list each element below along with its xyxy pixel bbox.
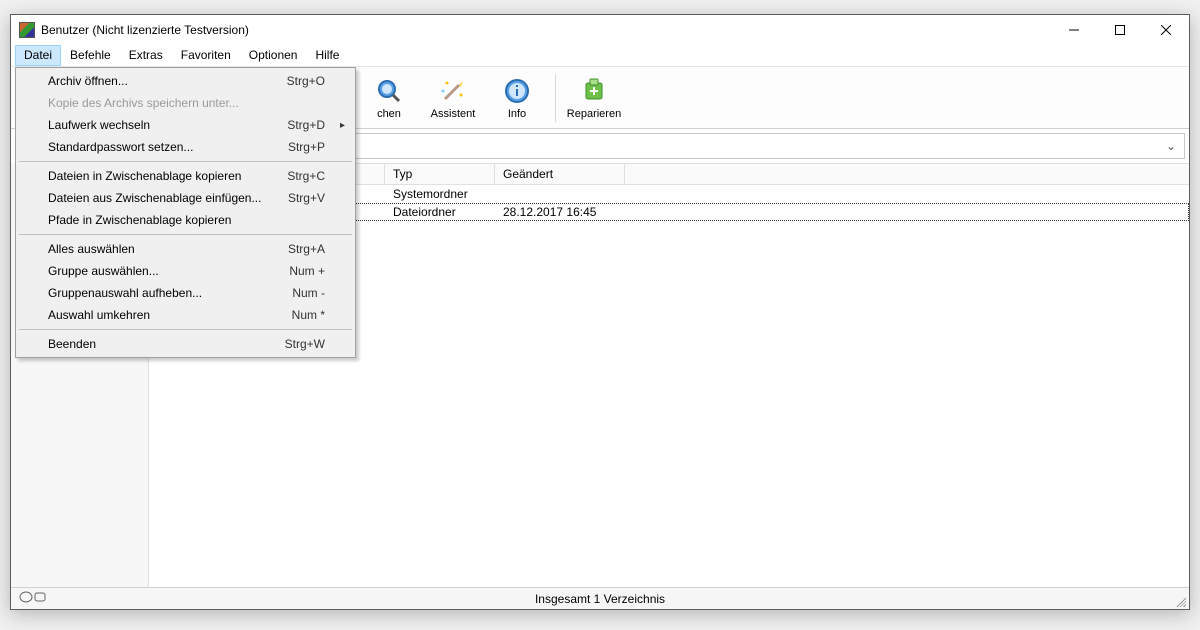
toolbar-separator xyxy=(555,74,556,122)
menu-item-accel: Strg+O xyxy=(287,74,325,88)
menu-item[interactable]: Standardpasswort setzen...Strg+P xyxy=(18,136,353,158)
column-date[interactable]: Geändert xyxy=(495,164,625,184)
menu-item-label: Standardpasswort setzen... xyxy=(48,140,288,154)
disk-icon xyxy=(19,591,47,606)
minimize-button[interactable] xyxy=(1051,15,1097,45)
menu-item-label: Gruppenauswahl aufheben... xyxy=(48,286,292,300)
menu-item[interactable]: Dateien in Zwischenablage kopierenStrg+C xyxy=(18,165,353,187)
menu-item[interactable]: Gruppe auswählen...Num + xyxy=(18,260,353,282)
resize-grip-icon[interactable] xyxy=(1174,595,1186,607)
menu-item-label: Laufwerk wechseln xyxy=(48,118,287,132)
maximize-icon xyxy=(1115,25,1125,35)
menu-extras[interactable]: Extras xyxy=(120,45,172,66)
menu-item-label: Archiv öffnen... xyxy=(48,74,287,88)
repair-icon xyxy=(579,76,609,106)
menu-item[interactable]: Pfade in Zwischenablage kopieren xyxy=(18,209,353,231)
chevron-down-icon[interactable]: ⌄ xyxy=(1162,139,1180,153)
menu-item-label: Beenden xyxy=(48,337,285,351)
column-type[interactable]: Typ xyxy=(385,164,495,184)
menu-item-accel: Strg+D xyxy=(287,118,325,132)
menu-item[interactable]: Dateien aus Zwischenablage einfügen...St… xyxy=(18,187,353,209)
search-button[interactable]: chen xyxy=(361,70,417,126)
wizard-button[interactable]: Assistent xyxy=(425,70,481,126)
menu-bar: DateiBefehleExtrasFavoritenOptionenHilfe xyxy=(11,45,1189,67)
search-icon xyxy=(374,76,404,106)
cell-type: Systemordner xyxy=(385,187,495,201)
toolbar-label: Assistent xyxy=(431,108,476,120)
menu-item[interactable]: Auswahl umkehrenNum * xyxy=(18,304,353,326)
app-window: Benutzer (Nicht lizenzierte Testversion)… xyxy=(10,14,1190,610)
app-icon xyxy=(19,22,35,38)
menu-separator xyxy=(19,234,352,235)
toolbar-label: Reparieren xyxy=(567,108,621,120)
menu-item-label: Kopie des Archivs speichern unter... xyxy=(48,96,325,110)
cell-type: Dateiordner xyxy=(385,205,495,219)
menu-datei[interactable]: Datei xyxy=(15,45,61,66)
menu-item-accel: Strg+C xyxy=(287,169,325,183)
menu-item[interactable]: Archiv öffnen...Strg+O xyxy=(18,70,353,92)
status-bar: Insgesamt 1 Verzeichnis xyxy=(11,587,1189,609)
menu-hilfe[interactable]: Hilfe xyxy=(306,45,348,66)
info-button[interactable]: Info xyxy=(489,70,545,126)
toolbar-label: chen xyxy=(377,108,401,120)
menu-separator xyxy=(19,161,352,162)
close-icon xyxy=(1161,25,1171,35)
menu-item-label: Dateien aus Zwischenablage einfügen... xyxy=(48,191,288,205)
repair-button[interactable]: Reparieren xyxy=(566,70,622,126)
menu-item-accel: Num - xyxy=(292,286,325,300)
menu-optionen[interactable]: Optionen xyxy=(240,45,307,66)
cell-date: 28.12.2017 16:45 xyxy=(495,205,625,219)
menu-item-label: Gruppe auswählen... xyxy=(48,264,289,278)
menu-item-accel: Strg+P xyxy=(288,140,325,154)
file-menu-dropdown: Archiv öffnen...Strg+O Kopie des Archivs … xyxy=(15,67,356,358)
menu-item-accel: Strg+A xyxy=(288,242,325,256)
menu-item-label: Alles auswählen xyxy=(48,242,288,256)
menu-item-accel: Num * xyxy=(292,308,325,322)
minimize-icon xyxy=(1069,25,1079,35)
info-icon xyxy=(502,76,532,106)
menu-befehle[interactable]: Befehle xyxy=(61,45,120,66)
menu-item-label: Auswahl umkehren xyxy=(48,308,292,322)
menu-item-label: Pfade in Zwischenablage kopieren xyxy=(48,213,325,227)
menu-item[interactable]: Alles auswählenStrg+A xyxy=(18,238,353,260)
menu-item[interactable]: Gruppenauswahl aufheben...Num - xyxy=(18,282,353,304)
menu-item-accel: Strg+W xyxy=(285,337,325,351)
wizard-icon xyxy=(438,76,468,106)
maximize-button[interactable] xyxy=(1097,15,1143,45)
close-button[interactable] xyxy=(1143,15,1189,45)
menu-item-label: Dateien in Zwischenablage kopieren xyxy=(48,169,287,183)
toolbar-label: Info xyxy=(508,108,526,120)
menu-item-accel: Strg+V xyxy=(288,191,325,205)
menu-item[interactable]: Laufwerk wechselnStrg+D xyxy=(18,114,353,136)
window-title: Benutzer (Nicht lizenzierte Testversion) xyxy=(41,23,249,37)
menu-item: Kopie des Archivs speichern unter... xyxy=(18,92,353,114)
menu-separator xyxy=(19,329,352,330)
title-bar: Benutzer (Nicht lizenzierte Testversion) xyxy=(11,15,1189,45)
status-text: Insgesamt 1 Verzeichnis xyxy=(535,592,665,606)
menu-item[interactable]: BeendenStrg+W xyxy=(18,333,353,355)
menu-favoriten[interactable]: Favoriten xyxy=(172,45,240,66)
menu-item-accel: Num + xyxy=(289,264,325,278)
